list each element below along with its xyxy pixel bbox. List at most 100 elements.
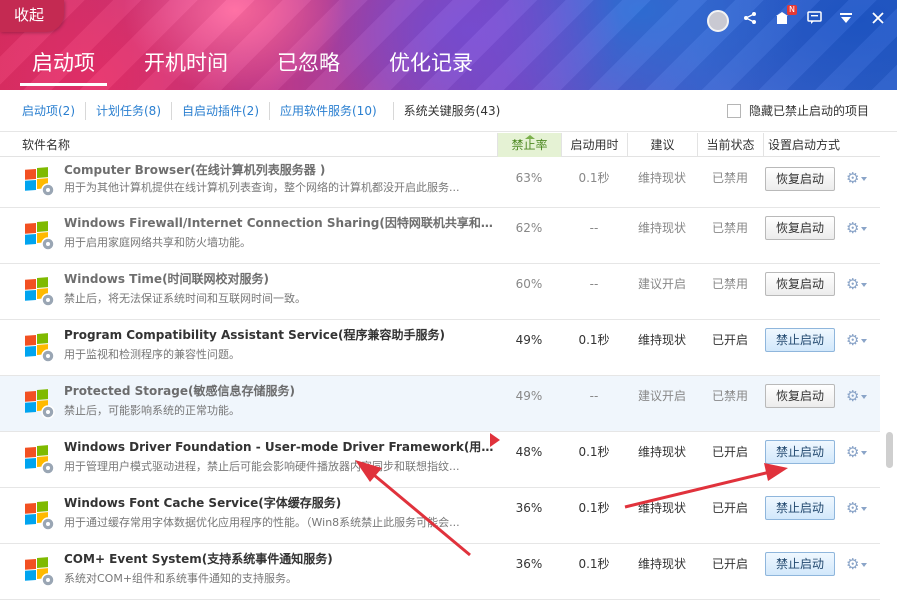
window-controls: N <box>707 4 889 32</box>
tab-startup-items[interactable]: 启动项 <box>20 47 107 86</box>
disable-startup-button[interactable]: 禁止启动 <box>765 552 835 576</box>
disable-rate: 49% <box>515 333 543 347</box>
gear-settings-icon[interactable]: ⚙ <box>846 443 868 461</box>
service-title: Windows Driver Foundation - User-mode Dr… <box>64 440 494 454</box>
disable-rate: 62% <box>515 221 543 235</box>
gear-settings-icon[interactable]: ⚙ <box>846 331 868 349</box>
service-title: Windows Font Cache Service(字体缓存服务) <box>64 496 342 510</box>
column-header-status[interactable]: 当前状态 <box>697 133 763 157</box>
filter-scheduled-tasks[interactable]: 计划任务(8) <box>86 101 172 120</box>
table-row[interactable]: Windows Font Cache Service(字体缓存服务) 用于通过缓… <box>0 488 880 544</box>
table-row[interactable]: COM+ Event System(支持系统事件通知服务) 系统对COM+组件和… <box>0 544 880 600</box>
table-row[interactable]: Protected Storage(敏感信息存储服务) 禁止后，可能影响系统的正… <box>0 376 880 432</box>
service-description: 系统对COM+组件和系统事件通知的支持服务。 <box>64 572 298 585</box>
service-list: Computer Browser(在线计算机列表服务器 ) 用于为其他计算机提供… <box>0 158 880 600</box>
feedback-icon[interactable] <box>803 7 825 29</box>
hide-disabled-label: 隐藏已禁止启动的项目 <box>748 104 869 118</box>
disable-rate: 60% <box>515 277 543 291</box>
windows-service-icon <box>25 557 55 587</box>
table-row[interactable]: Windows Driver Foundation - User-mode Dr… <box>0 432 880 488</box>
main-tabs: 启动项 开机时间 已忽略 优化记录 <box>20 47 510 86</box>
gear-settings-icon[interactable]: ⚙ <box>846 219 868 237</box>
disable-rate: 63% <box>515 171 543 185</box>
service-title: Protected Storage(敏感信息存储服务) <box>64 384 295 398</box>
suggestion: 维持现状 <box>637 557 686 571</box>
gear-settings-icon[interactable]: ⚙ <box>846 387 868 405</box>
column-header-name[interactable]: 软件名称 <box>0 133 497 157</box>
column-header-suggestion[interactable]: 建议 <box>627 133 697 157</box>
windows-service-icon <box>25 333 55 363</box>
close-icon[interactable] <box>867 7 889 29</box>
suggestion: 维持现状 <box>637 445 686 459</box>
menu-dropdown-icon[interactable] <box>835 7 857 29</box>
app-header: 收起 启动项 开机时间 已忽略 优化记录 N <box>0 0 897 90</box>
disable-startup-button[interactable]: 禁止启动 <box>765 440 835 464</box>
table-header: 软件名称 禁止率 启动用时 建议 当前状态 设置启动方式 <box>0 133 880 157</box>
current-status: 已开启 <box>711 333 748 347</box>
service-description: 禁止后，可能影响系统的正常功能。 <box>64 404 240 417</box>
current-status: 已开启 <box>711 501 748 515</box>
collapse-button[interactable]: 收起 <box>0 0 64 32</box>
tab-boot-time[interactable]: 开机时间 <box>132 47 240 86</box>
column-header-startup-mode: 设置启动方式 <box>763 133 880 157</box>
windows-service-icon <box>25 445 55 475</box>
tab-optimization-log[interactable]: 优化记录 <box>377 47 485 86</box>
suggestion: 建议开启 <box>637 277 686 291</box>
scrollbar-track[interactable] <box>883 133 895 602</box>
windows-service-icon <box>25 221 55 251</box>
filter-app-services[interactable]: 应用软件服务(10) <box>270 101 394 120</box>
gear-settings-icon[interactable]: ⚙ <box>846 499 868 517</box>
filter-auto-plugins[interactable]: 自启动插件(2) <box>172 101 270 120</box>
hide-disabled-checkbox[interactable] <box>726 103 741 118</box>
share-icon[interactable] <box>739 7 761 29</box>
current-status: 已禁用 <box>711 171 748 185</box>
filter-system-services[interactable]: 系统关键服务(43) <box>394 102 511 120</box>
service-title: Windows Time(时间联网校对服务) <box>64 272 270 286</box>
scrollbar-thumb[interactable] <box>886 432 893 468</box>
gear-settings-icon[interactable]: ⚙ <box>846 555 868 573</box>
windows-service-icon <box>25 501 55 531</box>
startup-time: -- <box>589 389 599 403</box>
windows-service-icon <box>25 277 55 307</box>
startup-time: 0.1秒 <box>578 445 610 459</box>
tab-ignored[interactable]: 已忽略 <box>265 47 352 86</box>
service-description: 用于为其他计算机提供在线计算机列表查询，整个网络的计算机都没开启此服务... <box>64 181 460 194</box>
suggestion: 维持现状 <box>637 333 686 347</box>
startup-time: 0.1秒 <box>578 557 610 571</box>
restore-startup-button[interactable]: 恢复启动 <box>765 167 835 191</box>
restore-startup-button[interactable]: 恢复启动 <box>765 384 835 408</box>
disable-rate: 48% <box>515 445 543 459</box>
table-row[interactable]: Windows Time(时间联网校对服务) 禁止后，将无法保证系统时间和互联网… <box>0 264 880 320</box>
restore-startup-button[interactable]: 恢复启动 <box>765 272 835 296</box>
notification-icon[interactable]: N <box>771 5 797 29</box>
disable-startup-button[interactable]: 禁止启动 <box>765 328 835 352</box>
disable-rate: 49% <box>515 389 543 403</box>
current-status: 已禁用 <box>711 389 748 403</box>
hide-disabled-option[interactable]: 隐藏已禁止启动的项目 <box>726 102 869 119</box>
service-title: COM+ Event System(支持系统事件通知服务) <box>64 552 333 566</box>
suggestion: 维持现状 <box>637 171 686 185</box>
suggestion: 建议开启 <box>637 389 686 403</box>
windows-service-icon <box>25 389 55 419</box>
filter-startup-items[interactable]: 启动项(2) <box>12 101 86 120</box>
service-title: Computer Browser(在线计算机列表服务器 ) <box>64 163 326 177</box>
restore-startup-button[interactable]: 恢复启动 <box>765 216 835 240</box>
column-header-startup-time[interactable]: 启动用时 <box>561 133 627 157</box>
column-header-disable-rate[interactable]: 禁止率 <box>497 133 561 157</box>
disable-rate: 36% <box>515 501 543 515</box>
disable-startup-button[interactable]: 禁止启动 <box>765 496 835 520</box>
gear-settings-icon[interactable]: ⚙ <box>846 169 868 187</box>
notification-badge: N <box>787 5 797 15</box>
startup-time: 0.1秒 <box>578 501 610 515</box>
table-row[interactable]: Computer Browser(在线计算机列表服务器 ) 用于为其他计算机提供… <box>0 158 880 208</box>
table-row[interactable]: Windows Firewall/Internet Connection Sha… <box>0 208 880 264</box>
gear-settings-icon[interactable]: ⚙ <box>846 275 868 293</box>
current-status: 已禁用 <box>711 277 748 291</box>
current-status: 已禁用 <box>711 221 748 235</box>
service-description: 用于监视和检测程序的兼容性问题。 <box>64 348 240 361</box>
service-title: Program Compatibility Assistant Service(… <box>64 328 445 342</box>
suggestion: 维持现状 <box>637 501 686 515</box>
medal-icon[interactable] <box>707 10 729 32</box>
table-row[interactable]: Program Compatibility Assistant Service(… <box>0 320 880 376</box>
startup-time: -- <box>589 277 599 291</box>
